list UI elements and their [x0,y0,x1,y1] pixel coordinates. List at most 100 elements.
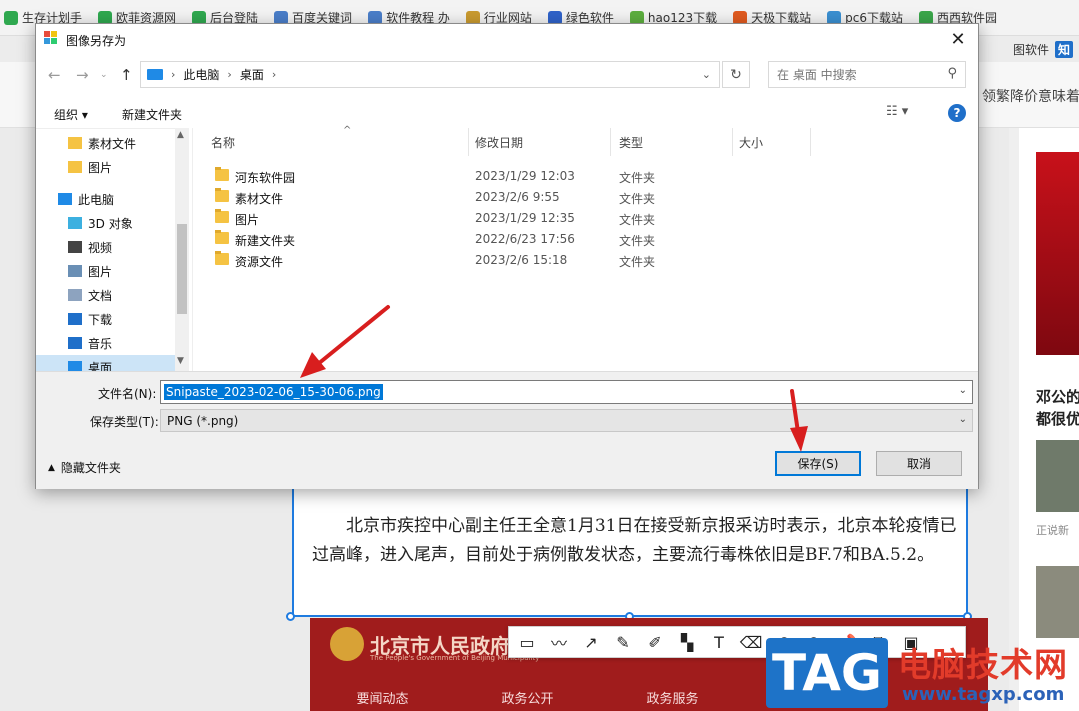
video-icon [68,241,82,253]
nav-item[interactable]: 视频 [36,235,175,259]
nav-item[interactable]: 图片 [36,155,175,179]
nav-item[interactable]: 3D 对象 [36,211,175,235]
file-row[interactable]: 素材文件 2023/2/6 9:55 文件夹 [193,187,979,208]
page-scrollbar[interactable] [1009,128,1019,711]
file-row[interactable]: 新建文件夹 2022/6/23 17:56 文件夹 [193,229,979,250]
dialog-titlebar[interactable]: 图像另存为 ✕ [36,24,978,54]
breadcrumb-separator-icon[interactable]: › [272,68,276,81]
view-options-icon[interactable]: ☷ ▾ [886,104,908,119]
hide-folders-toggle[interactable]: ▲ 隐藏文件夹 [48,459,121,476]
chevron-down-icon[interactable]: ⌄ [702,68,711,81]
nav-item[interactable]: 下载 [36,307,175,331]
pencil-icon[interactable]: ✎ [611,630,635,654]
download-icon [68,313,82,325]
column-date-label: 修改日期 [475,135,524,150]
breadcrumb-separator-icon[interactable]: › [227,68,231,81]
article-paragraph: 北京市疾控中心副主任王全意1月31日在接受新京报采访时表示，北京本轮疫情已过高峰… [312,516,957,565]
breadcrumb-separator-icon[interactable]: › [171,68,175,81]
pictures-icon [68,265,82,277]
nav-item-label: 图片 [88,264,113,279]
file-row[interactable]: 资源文件 2023/2/6 15:18 文件夹 [193,250,979,271]
news-thumbnail-2[interactable] [1036,440,1079,512]
nav-item[interactable]: 图片 [36,259,175,283]
shape-tool-icon[interactable]: ▭ [515,630,539,654]
music-icon [68,337,82,349]
breadcrumb-desktop[interactable]: 桌面 [240,66,264,83]
browser-right-tabs[interactable]: 图软件 知 [1013,36,1079,62]
nav-item[interactable]: 此电脑 [36,187,175,211]
forward-arrow-icon[interactable]: → [76,66,89,84]
pen-curve-icon[interactable]: 〰 [547,630,571,654]
refresh-icon[interactable]: ↻ [722,61,750,88]
help-icon[interactable]: ? [948,104,966,122]
scroll-down-icon[interactable]: ▼ [177,356,184,366]
filename-input[interactable]: Snipaste_2023-02-06_15-30-06.png ⌄ [160,380,973,404]
column-header-type[interactable]: 类型 [611,128,733,156]
nav-item[interactable]: 音乐 [36,331,175,355]
address-bar[interactable]: › 此电脑 › 桌面 › ⌄ [140,61,720,88]
news-caption[interactable]: 正说新 [1036,522,1069,538]
nav-scrollbar[interactable]: ▲ ▼ [175,128,189,371]
computer-icon [58,193,72,205]
chevron-down-icon[interactable]: ⌄ [959,385,967,396]
chevron-down-icon[interactable]: ⌄ [959,414,967,425]
folder-icon [215,167,229,181]
nav-item[interactable]: 桌面 [36,355,175,371]
search-icon[interactable]: ⚲ [947,66,957,81]
gov-nav-item[interactable]: 政务服务 [600,688,745,707]
nav-item[interactable]: 文档 [36,283,175,307]
column-header-name[interactable]: 名称 ^ [203,125,469,156]
up-arrow-icon[interactable]: ↑ [120,66,133,84]
history-dropdown-icon[interactable]: ⌄ [100,70,108,80]
watermark-logo: TAG [766,638,888,708]
cancel-button[interactable]: 取消 [876,451,962,476]
desktop-icon [68,361,82,371]
column-name-label: 名称 [211,135,236,150]
filetype-select[interactable]: PNG (*.png) ⌄ [160,409,973,432]
selection-handle-bl[interactable] [286,612,295,621]
page-headline-partial[interactable]: 领繁降价意味着 [982,86,1079,106]
arrow-tool-icon[interactable]: ↗ [579,630,603,654]
save-as-dialog: 图像另存为 ✕ ← → ⌄ ↑ › 此电脑 › 桌面 › ⌄ ↻ 在 桌面 中搜… [35,23,979,489]
mosaic-icon[interactable]: ▚ [675,630,699,654]
file-date: 2023/1/29 12:03 [475,169,575,183]
text-tool-icon[interactable]: T [707,630,731,654]
folder-icon [68,161,82,173]
browser-tab-icon[interactable]: 知 [1054,40,1073,58]
close-icon[interactable]: ✕ [944,27,972,51]
scroll-up-icon[interactable]: ▲ [177,130,184,140]
scroll-thumb[interactable] [177,224,187,314]
gov-nav-item[interactable]: 政务公开 [455,688,600,707]
breadcrumb-this-pc[interactable]: 此电脑 [183,66,219,83]
nav-item[interactable]: 素材文件 [36,131,175,155]
app-icon [44,31,57,44]
filename-label: 文件名(N): [98,387,157,401]
file-row[interactable]: 河东软件园 2023/1/29 12:03 文件夹 [193,166,979,187]
filename-value[interactable]: Snipaste_2023-02-06_15-30-06.png [164,384,383,400]
back-arrow-icon[interactable]: ← [48,66,61,84]
nav-item-label: 图片 [88,160,113,175]
gov-nav-item[interactable]: 要闻动态 [310,688,455,707]
column-header-size[interactable]: 大小 [731,128,811,156]
save-form: 文件名(N): Snipaste_2023-02-06_15-30-06.png… [36,371,978,489]
save-button[interactable]: 保存(S) [775,451,861,476]
new-folder-button[interactable]: 新建文件夹 [122,106,182,123]
file-name: 资源文件 [235,255,284,269]
bookmark-favicon-icon [4,10,18,25]
browser-tab-partial[interactable]: 图软件 [1013,41,1049,58]
file-date: 2023/1/29 12:35 [475,211,575,225]
nav-item-label: 视频 [88,240,113,255]
column-header-date[interactable]: 修改日期 [467,128,611,156]
eraser-icon[interactable]: ⌫ [739,630,763,654]
article-capture-region[interactable]: 北京市疾控中心副主任王全意1月31日在接受新京报采访时表示，北京本轮疫情已过高峰… [292,486,968,617]
news-headline[interactable]: 邓公的 都很优 [1036,386,1079,430]
file-row[interactable]: 图片 2023/1/29 12:35 文件夹 [193,208,979,229]
news-thumbnail-3[interactable] [1036,566,1079,638]
watermark-url: www.tagxp.com [902,684,1065,705]
file-name: 素材文件 [235,192,284,206]
file-type: 文件夹 [619,171,656,185]
search-input[interactable]: 在 桌面 中搜索 ⚲ [768,61,966,88]
marker-icon[interactable]: ✐ [643,630,667,654]
organize-button[interactable]: 组织 ▾ [54,106,88,123]
news-thumbnail-1[interactable] [1036,152,1079,355]
